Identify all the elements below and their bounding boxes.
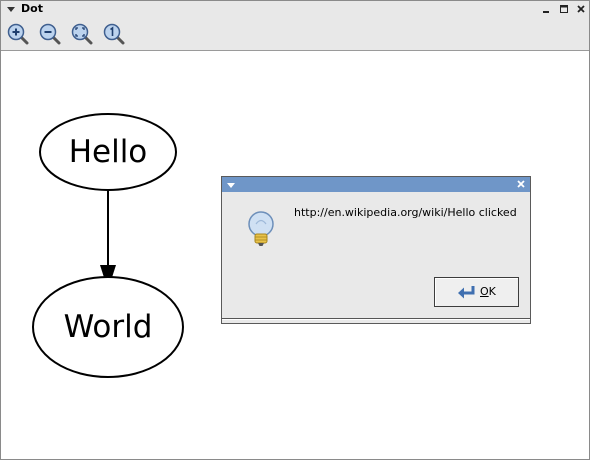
window-menu-icon[interactable]: [6, 4, 16, 14]
dialog-titlebar[interactable]: [222, 177, 530, 192]
graph-edge-hello-world: [100, 191, 116, 290]
graph-node-hello[interactable]: Hello: [39, 113, 177, 191]
ok-accelerator: O: [480, 285, 489, 298]
dialog-menu-icon[interactable]: [226, 181, 236, 189]
ok-label-rest: K: [488, 285, 496, 298]
minimize-icon[interactable]: [540, 3, 552, 15]
close-icon[interactable]: [575, 3, 587, 15]
maximize-icon[interactable]: [558, 3, 570, 15]
node-label-world: World: [64, 309, 153, 345]
zoom-out-icon[interactable]: [39, 23, 61, 45]
ok-button-label: OK: [480, 285, 496, 298]
window-titlebar[interactable]: Dot: [1, 1, 589, 18]
zoom-fit-icon[interactable]: [71, 23, 93, 45]
zoom-100-icon[interactable]: [103, 23, 125, 45]
node-label-hello: Hello: [69, 134, 148, 170]
dialog-close-icon[interactable]: [516, 179, 526, 189]
ok-button[interactable]: OK: [434, 277, 519, 307]
dot-window: Dot Hello World http://en.wikipedia.org/…: [0, 0, 590, 460]
dialog-separator: [222, 318, 530, 320]
toolbar: [1, 18, 589, 51]
message-dialog: http://en.wikipedia.org/wiki/Hello click…: [221, 176, 531, 324]
graph-node-world[interactable]: World: [32, 276, 184, 378]
lightbulb-info-icon: [248, 211, 274, 246]
dialog-message: http://en.wikipedia.org/wiki/Hello click…: [294, 206, 517, 219]
zoom-in-icon[interactable]: [7, 23, 29, 45]
window-title: Dot: [21, 2, 43, 15]
enter-arrow-icon: [458, 286, 475, 299]
